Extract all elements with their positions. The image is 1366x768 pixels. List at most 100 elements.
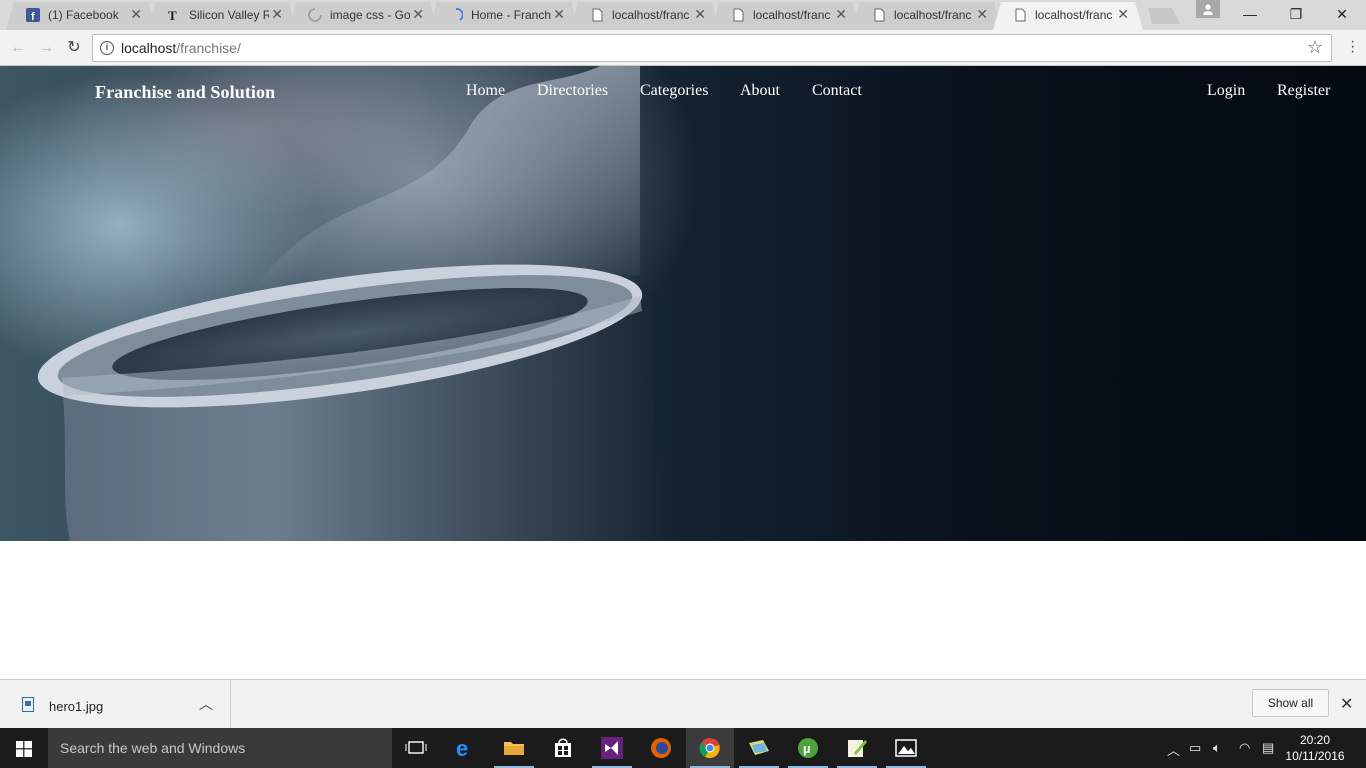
page-icon [874,8,885,22]
url-text[interactable]: localhost/franchise/ [121,40,241,56]
taskbar-photos-folder[interactable] [735,728,783,768]
forward-arrow-icon[interactable]: → [35,37,57,59]
action-center-icon[interactable]: ▤ [1262,740,1274,756]
nav-home-link[interactable]: Home [466,82,505,100]
clock-time: 20:20 [1299,733,1331,747]
loading-spinner-icon [455,8,463,21]
tab-localhost-2[interactable]: localhost/franc ✕ [711,2,861,30]
restore-button[interactable]: ❐ [1273,0,1319,28]
taskbar-store[interactable] [539,728,587,768]
tab-localhost-1[interactable]: localhost/franc ✕ [570,2,720,30]
site-brand[interactable]: Franchise and Solution [95,82,275,103]
page-viewport: Franchise and Solution Home Directories … [0,66,1366,679]
bookmark-star-icon[interactable]: ☆ [1307,37,1323,58]
tab-title: (1) Facebook [48,8,119,22]
url-path: /franchise/ [176,40,241,56]
person-icon [1203,4,1213,15]
close-icon[interactable]: ✕ [271,6,283,22]
chevron-up-icon[interactable]: ︿ [1167,740,1180,759]
taskbar-edge[interactable]: e [441,728,489,768]
utorrent-icon: µ [798,738,818,758]
profile-button[interactable] [1196,0,1220,18]
tab-strip: f (1) Facebook ✕ T Silicon Valley R ✕ im… [0,0,1366,30]
download-item[interactable]: hero1.jpg ︿ [0,680,231,729]
close-download-shelf-icon[interactable]: ✕ [1340,694,1353,714]
page-icon [733,8,744,22]
close-icon[interactable]: ✕ [976,6,988,22]
taskbar-photos[interactable] [882,728,930,768]
taskbar-firefox[interactable] [637,728,685,768]
close-icon[interactable]: ✕ [130,6,142,22]
url-host: localhost [121,40,177,56]
close-icon[interactable]: ✕ [1117,6,1129,22]
tab-localhost-3[interactable]: localhost/franc ✕ [852,2,1002,30]
edge-icon: e [456,737,468,759]
taskbar-notepad[interactable] [833,728,881,768]
chrome-menu-icon[interactable]: · · · [1350,34,1355,60]
close-icon[interactable]: ✕ [835,6,847,22]
loading-spinner-icon [308,8,322,22]
tab-image-css[interactable]: image css - Go ✕ [288,2,438,30]
info-icon[interactable]: i [100,41,114,55]
login-link[interactable]: Login [1207,82,1245,100]
windows-taskbar: Search the web and Windows e µ ︿ ▭ 🔈︎ ◠ … [0,728,1366,768]
svg-text:e: e [456,737,468,759]
page-icon [1015,8,1026,22]
close-icon[interactable]: ✕ [694,6,706,22]
folder-icon [504,742,524,755]
windows-logo-icon [16,741,32,757]
task-view-button[interactable] [392,728,440,768]
taskbar-utorrent[interactable]: µ [784,728,832,768]
nav-directories-link[interactable]: Directories [537,82,608,100]
wifi-icon[interactable]: ◠ [1239,740,1250,756]
download-file-name: hero1.jpg [49,699,104,714]
tab-title: image css - Go [330,8,410,22]
nav-about-link[interactable]: About [740,82,780,100]
page-icon [592,8,603,22]
svg-text:f: f [31,11,35,22]
tab-silicon-valley[interactable]: T Silicon Valley R ✕ [147,2,297,30]
tab-localhost-active[interactable]: localhost/franc ✕ [993,2,1143,30]
taskbar-visual-studio[interactable] [588,728,636,768]
chevron-up-icon[interactable]: ︿ [199,694,213,714]
tab-facebook[interactable]: f (1) Facebook ✕ [6,2,156,30]
hero-image-coffee-cup [37,66,660,541]
facebook-icon: f [26,8,40,22]
taskbar-chrome[interactable] [686,728,734,768]
close-icon[interactable]: ✕ [553,6,565,22]
show-all-downloads-button[interactable]: Show all [1252,689,1329,717]
tab-title: localhost/franc [753,8,831,22]
image-folder-icon [749,740,769,755]
chrome-icon [699,738,720,759]
minimize-button[interactable]: — [1227,0,1273,28]
tab-title: Silicon Valley R [189,8,269,22]
svg-text:T: T [168,8,177,22]
nav-categories-link[interactable]: Categories [640,82,708,100]
close-icon[interactable]: ✕ [412,6,424,22]
back-arrow-icon[interactable]: ← [7,37,29,59]
reload-icon[interactable]: ↻ [63,37,85,59]
task-view-icon [405,741,427,754]
address-bar[interactable]: i localhost/franchise/ ☆ [92,34,1332,62]
clock-date: 10/11/2016 [1285,749,1345,763]
taskbar-clock[interactable]: 20:20 10/11/2016 [1283,732,1347,764]
svg-text:µ: µ [803,741,811,756]
battery-icon[interactable]: ▭ [1189,740,1201,756]
download-shelf: hero1.jpg ︿ Show all ✕ [0,679,1366,729]
volume-icon[interactable]: 🔈︎ [1213,740,1221,756]
firefox-icon [651,738,671,758]
tab-title: Home - Franch [471,8,551,22]
store-icon [555,738,571,757]
start-button[interactable] [0,728,48,768]
tab-title: localhost/franc [612,8,690,22]
notepad-icon [848,740,867,757]
hero-banner: Franchise and Solution Home Directories … [0,66,1366,541]
taskbar-search[interactable]: Search the web and Windows [48,728,392,768]
nav-contact-link[interactable]: Contact [812,82,862,100]
photos-icon [895,739,917,757]
register-link[interactable]: Register [1277,82,1330,100]
taskbar-file-explorer[interactable] [490,728,538,768]
tab-home-franchise[interactable]: Home - Franch ✕ [429,2,579,30]
new-tab-button[interactable] [1144,8,1180,24]
window-close-button[interactable]: ✕ [1319,0,1365,28]
